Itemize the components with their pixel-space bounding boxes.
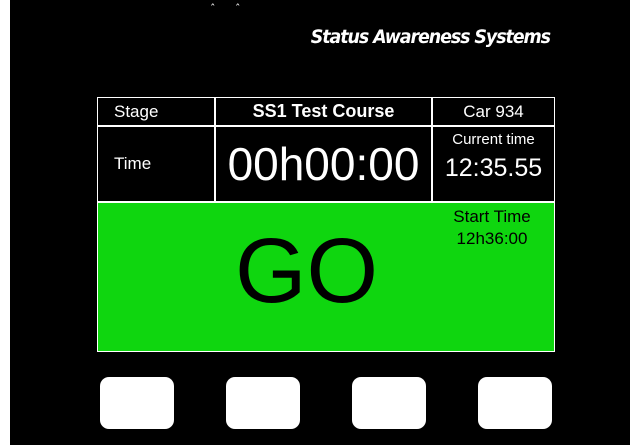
car-number-text: Car 934 [463,101,524,121]
current-time-value: 12:35.55 [444,154,543,182]
time-label: Time [97,126,215,202]
softkey-3-button[interactable] [352,377,426,429]
status-panel: GO Start Time 12h36:00 [97,202,555,352]
stage-value: SS1 Test Course [215,97,432,126]
stage-label-text: Stage [114,101,159,121]
softkey-2-button[interactable] [226,377,300,429]
current-time-cell: Current time 12:35.55 [432,126,555,202]
softkey-1-button[interactable] [100,377,174,429]
go-status-text: GO [235,220,379,322]
softkey-4-button[interactable] [478,377,552,429]
display-screen: ˆ ˆ Status Awareness Systems Stage SS1 T… [10,0,630,445]
top-carets: ˆ ˆ [210,2,249,15]
current-time-label: Current time [452,131,535,148]
car-number: Car 934 [432,97,555,126]
start-time-block: Start Time 12h36:00 [430,207,554,249]
elapsed-time: 00h00:00 [215,126,432,202]
stage-value-text: SS1 Test Course [252,101,395,121]
start-time-label: Start Time [453,207,531,226]
brand-title: Status Awareness Systems [310,26,551,48]
stage-label: Stage [97,97,215,126]
start-time-value: 12h36:00 [456,229,528,248]
device-frame: ˆ ˆ Status Awareness Systems Stage SS1 T… [0,0,640,445]
elapsed-time-text: 00h00:00 [227,138,420,190]
time-label-text: Time [114,154,152,173]
